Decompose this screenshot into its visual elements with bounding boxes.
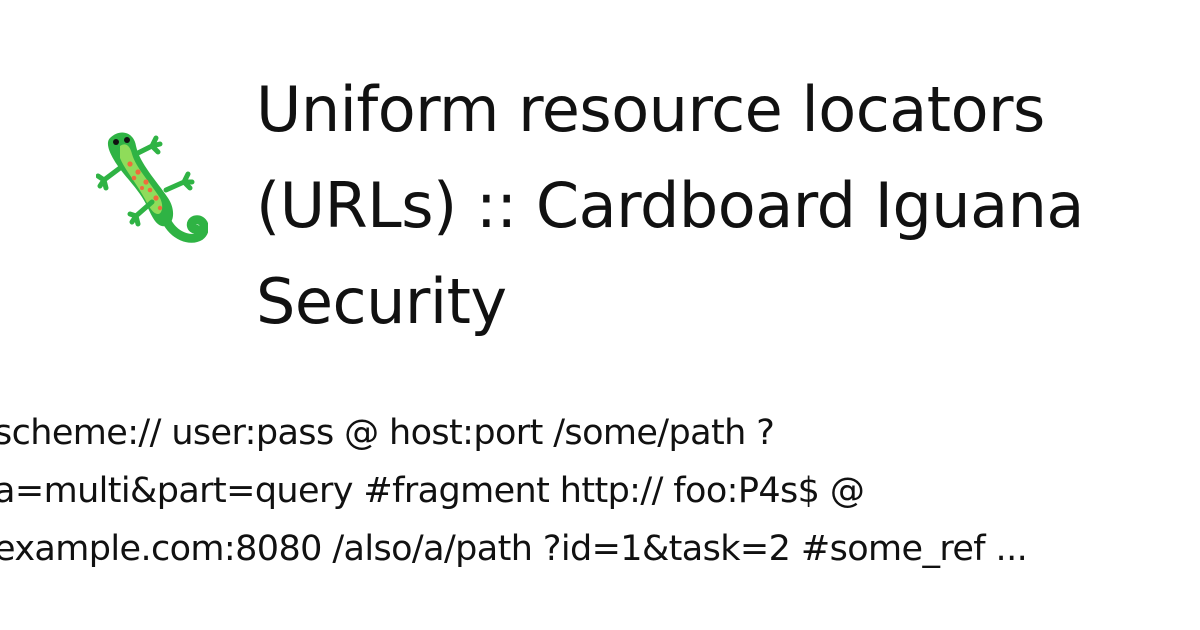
page-title: Uniform resource locators (URLs) :: Card… (256, 73, 1084, 338)
summary-line: a=multi&part=query #fragment http:// foo… (0, 471, 865, 511)
summary-line: scheme:// user:pass @ host:port /some/pa… (0, 413, 775, 453)
lizard-icon (96, 124, 208, 260)
page-summary: scheme:// user:pass @ host:port /some/pa… (0, 404, 1200, 604)
social-card: Uniform resource locators (URLs) :: Card… (0, 0, 1200, 630)
summary-line: example.com:8080 /also/a/path ?id=1&task… (0, 529, 1028, 569)
